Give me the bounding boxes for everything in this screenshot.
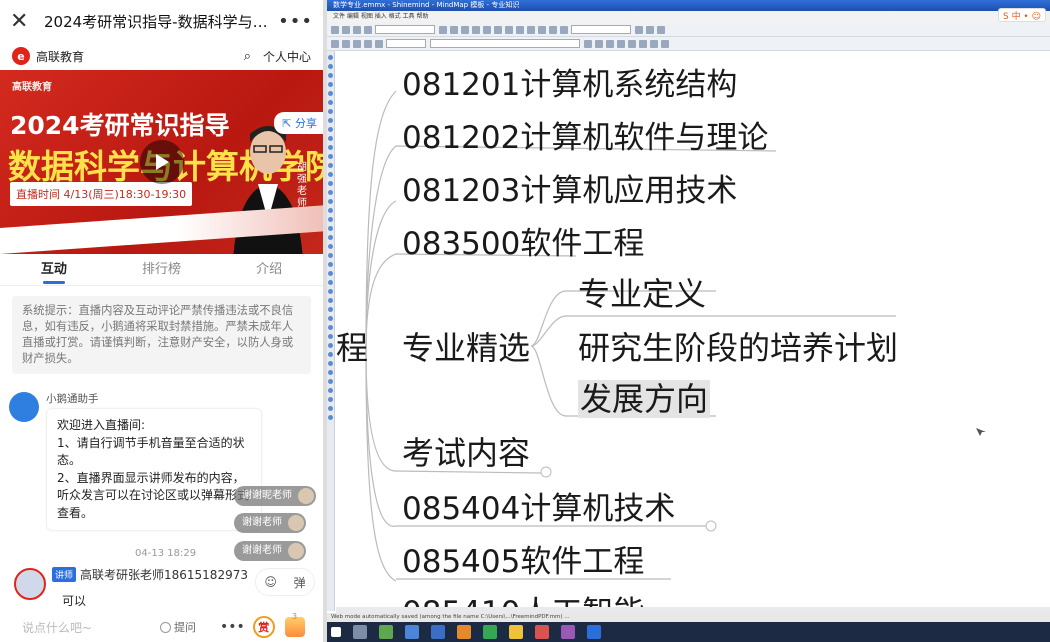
mindmap-node-select[interactable]: 专业精选 <box>402 323 530 369</box>
taskbar-app-icon[interactable] <box>509 625 523 639</box>
page-title: 2024考研常识指导-数据科学与计... <box>44 12 279 31</box>
lecturer-avatar <box>14 568 46 600</box>
banner-line1: 2024考研常识指导 <box>10 111 230 140</box>
mindmap-node[interactable]: 083500软件工程 <box>402 218 644 263</box>
taskbar-app-icon[interactable] <box>587 625 601 639</box>
user-center-link[interactable]: 个人中心 <box>263 48 311 65</box>
teacher-name: 胡强老师 <box>297 162 307 209</box>
welcome-line: 欢迎进入直播间: <box>57 418 146 432</box>
taskbar-app-icon[interactable] <box>483 625 497 639</box>
selected-node-text: 发展方向 <box>578 380 711 418</box>
welcome-bubble: 欢迎进入直播间: 1、请自行调节手机音量至合适的状态。 2、直播界面显示讲师发布… <box>46 408 262 531</box>
radio-icon <box>160 621 171 633</box>
brand-logo-icon: e <box>12 47 30 65</box>
taskbar-app-icon[interactable] <box>561 625 575 639</box>
danmaku-text: 谢谢昵老师 <box>242 490 292 501</box>
mouse-cursor-icon <box>976 428 986 436</box>
reward-button[interactable]: 赏 <box>252 616 275 638</box>
danmaku-avatar <box>298 488 314 504</box>
more-actions-icon[interactable]: ••• <box>220 619 245 635</box>
danmaku-text: 谢谢老师 <box>242 517 282 528</box>
danmaku-item: 谢谢老师 <box>234 541 306 561</box>
banner-org: 高联教育 <box>12 82 52 93</box>
taskbar-app-icon[interactable] <box>405 625 419 639</box>
play-icon[interactable] <box>140 140 184 184</box>
ask-toggle[interactable]: 提问 <box>160 619 196 635</box>
ime-indicator[interactable]: S 中 • ☺ <box>998 8 1046 22</box>
danmaku-toggle-icon[interactable]: 弹 <box>294 574 306 591</box>
danmaku-item: 谢谢老师 <box>234 513 306 533</box>
toolbar-1[interactable] <box>327 23 1050 37</box>
tab-interact[interactable]: 互动 <box>0 254 108 286</box>
mindmap-node[interactable]: 081203计算机应用技术 <box>402 165 737 210</box>
mindmap-node[interactable]: 085404计算机技术 <box>402 483 675 528</box>
taskbar <box>327 622 1050 642</box>
float-buttons: ☺ 弹 <box>255 568 315 596</box>
window-titlebar: 数学专业.emmx - Shinemind - MindMap 模板 - 专业知… <box>327 0 1050 11</box>
emoji-icon[interactable]: ☺ <box>264 575 277 589</box>
taskbar-app-icon[interactable] <box>379 625 393 639</box>
tab-bar: 互动 排行榜 介绍 <box>0 254 323 286</box>
taskbar-app-icon[interactable] <box>535 625 549 639</box>
mindmap-window: 数学专业.emmx - Shinemind - MindMap 模板 - 专业知… <box>327 0 1050 642</box>
lecturer-name: 高联考研张老师18615182973 <box>80 568 248 582</box>
danmaku-avatar <box>288 515 304 531</box>
search-icon[interactable]: ⌕ <box>244 49 251 64</box>
mindmap-canvas[interactable]: 081201计算机系统结构 081202计算机软件与理论 081203计算机应用… <box>336 51 1050 631</box>
toolbar-2[interactable] <box>327 37 1050 51</box>
banner-time: 直播时间 4/13(周三)18:30-19:30 <box>10 182 193 206</box>
share-button[interactable]: ⇱ 分享 <box>274 112 323 134</box>
live-banner[interactable]: 高联教育 2024考研常识指导 数据科学与计算机学院 直播时间 4/13(周三)… <box>0 70 323 254</box>
mindmap-node[interactable]: 081201计算机系统结构 <box>402 59 737 104</box>
status-bar: Web mode automatically saved (among the … <box>327 613 1050 622</box>
comment-input[interactable]: 说点什么吧~ <box>8 619 158 636</box>
left-tool-strip[interactable] <box>327 51 335 611</box>
danmaku-item: 谢谢昵老师 <box>234 486 316 506</box>
tab-ranking[interactable]: 排行榜 <box>108 254 216 286</box>
mindmap-node[interactable]: 081202计算机软件与理论 <box>402 112 768 157</box>
bottom-bar: 说点什么吧~ 提问 ••• 赏 3 <box>0 612 323 642</box>
system-notice: 系统提示：直播内容及互动评论严禁传播违法或不良信息，如有违反，小鹅通将采取封禁措… <box>12 296 311 374</box>
danmaku-text: 谢谢老师 <box>242 545 282 556</box>
start-icon[interactable] <box>331 627 341 637</box>
brand-bar: e 高联教育 ⌕ 个人中心 <box>0 42 323 70</box>
danmaku-avatar <box>288 543 304 559</box>
assistant-name: 小鹅通助手 <box>46 393 99 405</box>
app-topbar: ✕ 2024考研常识指导-数据科学与计... ••• <box>0 0 323 42</box>
taskbar-app-icon[interactable] <box>457 625 471 639</box>
welcome-line: 1、请自行调节手机音量至合适的状态。 <box>57 435 245 468</box>
live-app-panel: ✕ 2024考研常识指导-数据科学与计... ••• e 高联教育 ⌕ 个人中心… <box>0 0 323 642</box>
mindmap-node[interactable]: 研究生阶段的培养计划 <box>578 323 898 369</box>
taskbar-app-icon[interactable] <box>431 625 445 639</box>
message-timestamp: 04-13 18:29 <box>135 548 197 559</box>
lecturer-bubble: 可以 <box>52 588 97 613</box>
mindmap-node[interactable]: 考试内容 <box>402 428 530 474</box>
like-count: 3 <box>292 612 298 621</box>
close-icon[interactable]: ✕ <box>10 9 36 34</box>
lecturer-tag: 讲师 <box>52 567 77 582</box>
ask-label: 提问 <box>174 621 196 634</box>
more-icon[interactable]: ••• <box>278 11 313 32</box>
menu-bar[interactable]: 文件 编辑 视图 插入 格式 工具 帮助 <box>327 11 1050 23</box>
mindmap-node[interactable]: 专业定义 <box>578 269 706 315</box>
tab-intro[interactable]: 介绍 <box>215 254 323 286</box>
assistant-avatar <box>9 392 39 422</box>
share-label: 分享 <box>295 117 317 130</box>
mindmap-node[interactable]: 085405软件工程 <box>402 536 644 581</box>
share-icon: ⇱ <box>282 117 292 130</box>
welcome-line: 2、直播界面显示讲师发布的内容，听众发言可以在讨论区或以弹幕形式查看。 <box>57 470 250 520</box>
taskbar-app-icon[interactable] <box>353 625 367 639</box>
mindmap-node-partial[interactable]: 程 <box>336 323 368 369</box>
mindmap-node-selected[interactable]: 发展方向 <box>578 374 711 420</box>
brand-name: 高联教育 <box>36 49 85 64</box>
